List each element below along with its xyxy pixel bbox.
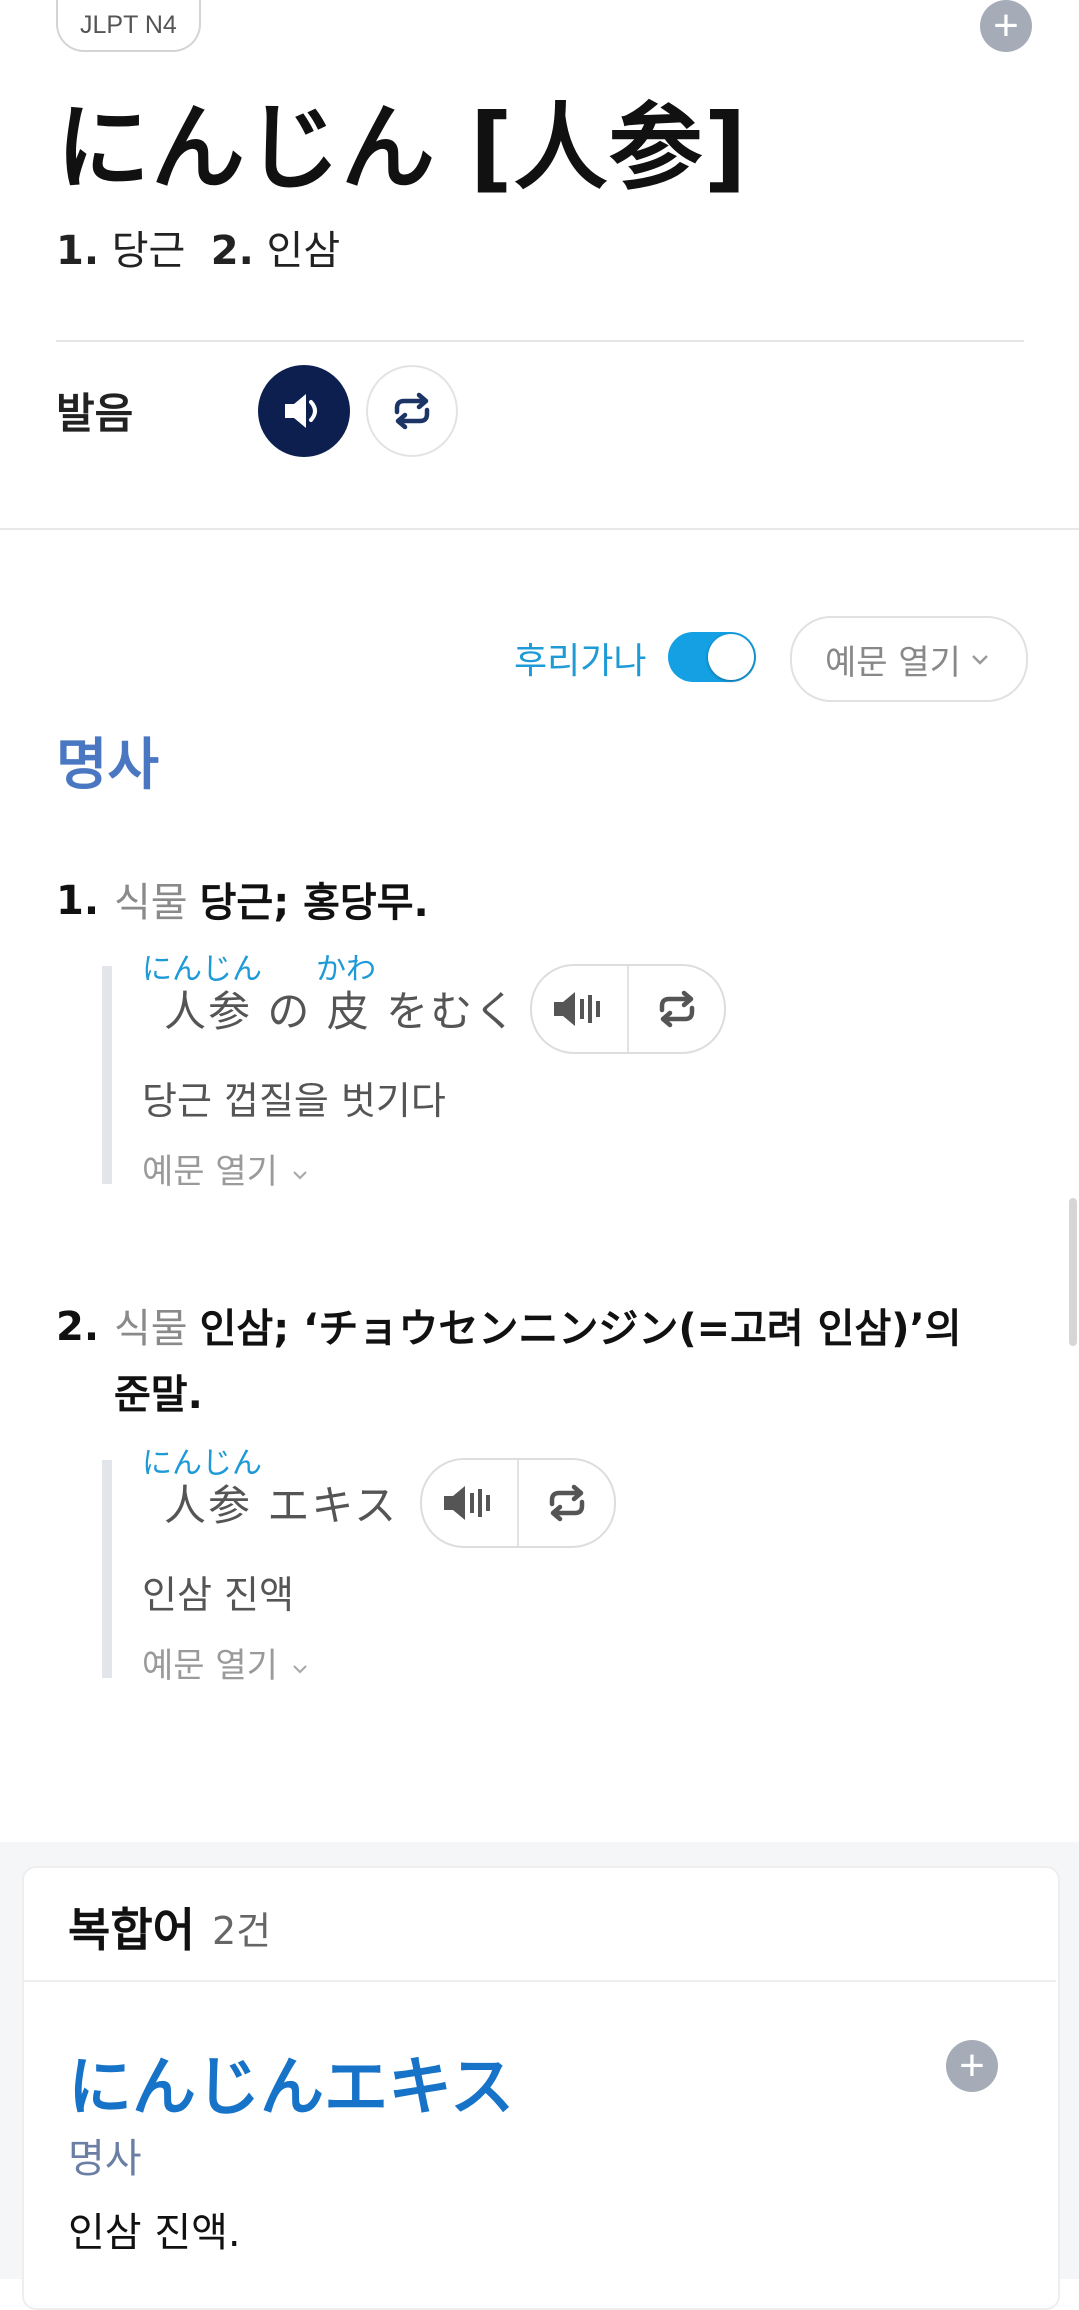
open-example-link[interactable]: 예문 열기	[142, 1144, 311, 1193]
example-word: 皮	[326, 987, 371, 1036]
example-bar	[102, 966, 112, 1184]
example-word: 人参	[164, 987, 253, 1036]
example-repeat-button[interactable]	[629, 966, 724, 1052]
example-word: の	[267, 987, 312, 1036]
plus-icon: +	[959, 2041, 985, 2090]
section-divider	[0, 528, 1079, 530]
summary-text-2: 인삼	[266, 228, 341, 274]
open-example-label: 예문 열기	[142, 1646, 278, 1686]
meaning-summary: 1. 당근 2. 인삼	[56, 218, 340, 276]
speaker-icon	[553, 992, 600, 1026]
open-examples-label: 예문 열기	[825, 642, 961, 683]
compound-word-link[interactable]: にんじんエキス	[68, 2036, 514, 2128]
jlpt-level-badge: JLPT N4	[56, 0, 201, 52]
sense-definition: 식물 인삼; ‘チョウセンニンジン(=고려 인삼)’의 준말.	[114, 1296, 1034, 1428]
repeat-icon	[549, 1484, 584, 1522]
sense-number: 1.	[56, 878, 100, 924]
compound-definition: 인삼 진액.	[68, 2210, 241, 2256]
add-compound-button[interactable]: +	[946, 2040, 998, 2092]
furigana-toggle[interactable]	[668, 632, 756, 682]
example-word: 人参	[164, 1481, 253, 1530]
divider	[56, 340, 1024, 342]
repeat-icon	[659, 990, 694, 1028]
example-play-button[interactable]	[532, 966, 627, 1052]
sense-number: 2.	[56, 1304, 100, 1350]
part-of-speech: 명사	[56, 733, 160, 798]
headword: にんじん [人参]	[56, 94, 748, 203]
example-translation: 인삼 진액	[142, 1573, 294, 1617]
chevron-down-icon	[292, 1171, 307, 1180]
furigana-label: 후리가나	[514, 641, 647, 682]
example-audio-controls	[530, 964, 726, 1054]
sense-definition-text: 당근; 홍당무.	[199, 880, 429, 926]
speaker-icon	[443, 1486, 490, 1520]
sense-field: 식물	[114, 880, 188, 926]
sense-definition-text-cont: 준말.	[114, 1372, 203, 1418]
toggle-knob	[708, 634, 754, 680]
repeat-icon	[394, 392, 430, 430]
summary-num-1: 1.	[56, 228, 100, 274]
plus-icon: +	[993, 1, 1019, 50]
compound-title: 복합어	[68, 1903, 195, 1957]
chevron-down-icon	[972, 655, 988, 665]
example-word: エキス	[267, 1481, 399, 1530]
pronunciation-label: 발음	[56, 389, 134, 438]
example-audio-controls	[420, 1458, 616, 1548]
example-translation: 당근 껍질을 벗기다	[142, 1079, 446, 1123]
compound-part-of-speech: 명사	[68, 2136, 142, 2182]
add-to-wordbook-button[interactable]: +	[980, 0, 1032, 52]
sense-field: 식물	[114, 1306, 188, 1352]
example-bar	[102, 1460, 112, 1678]
repeat-pronunciation-button[interactable]	[366, 365, 458, 457]
example-play-button[interactable]	[422, 1460, 517, 1546]
summary-num-2: 2.	[210, 228, 254, 274]
example-repeat-button[interactable]	[519, 1460, 614, 1546]
chevron-down-icon	[292, 1665, 307, 1674]
open-example-link[interactable]: 예문 열기	[142, 1638, 311, 1687]
open-example-label: 예문 열기	[142, 1152, 278, 1192]
speaker-icon	[285, 394, 317, 428]
example-word: をむく	[386, 987, 519, 1036]
example-japanese: 人参 の 皮 をむく	[164, 978, 518, 1039]
sense-definition: 식물 당근; 홍당무.	[114, 870, 429, 936]
open-all-examples-button[interactable]: 예문 열기	[790, 616, 1028, 702]
example-japanese: 人参 エキス	[164, 1472, 398, 1533]
compound-count: 2건	[212, 1909, 272, 1953]
play-pronunciation-button[interactable]	[258, 365, 350, 457]
sense-definition-text: 인삼; ‘チョウセンニンジン(=고려 인삼)’의	[199, 1306, 962, 1352]
divider	[22, 1980, 1056, 1982]
summary-text-1: 당근	[111, 228, 186, 274]
scrollbar-thumb[interactable]	[1069, 1198, 1077, 1346]
